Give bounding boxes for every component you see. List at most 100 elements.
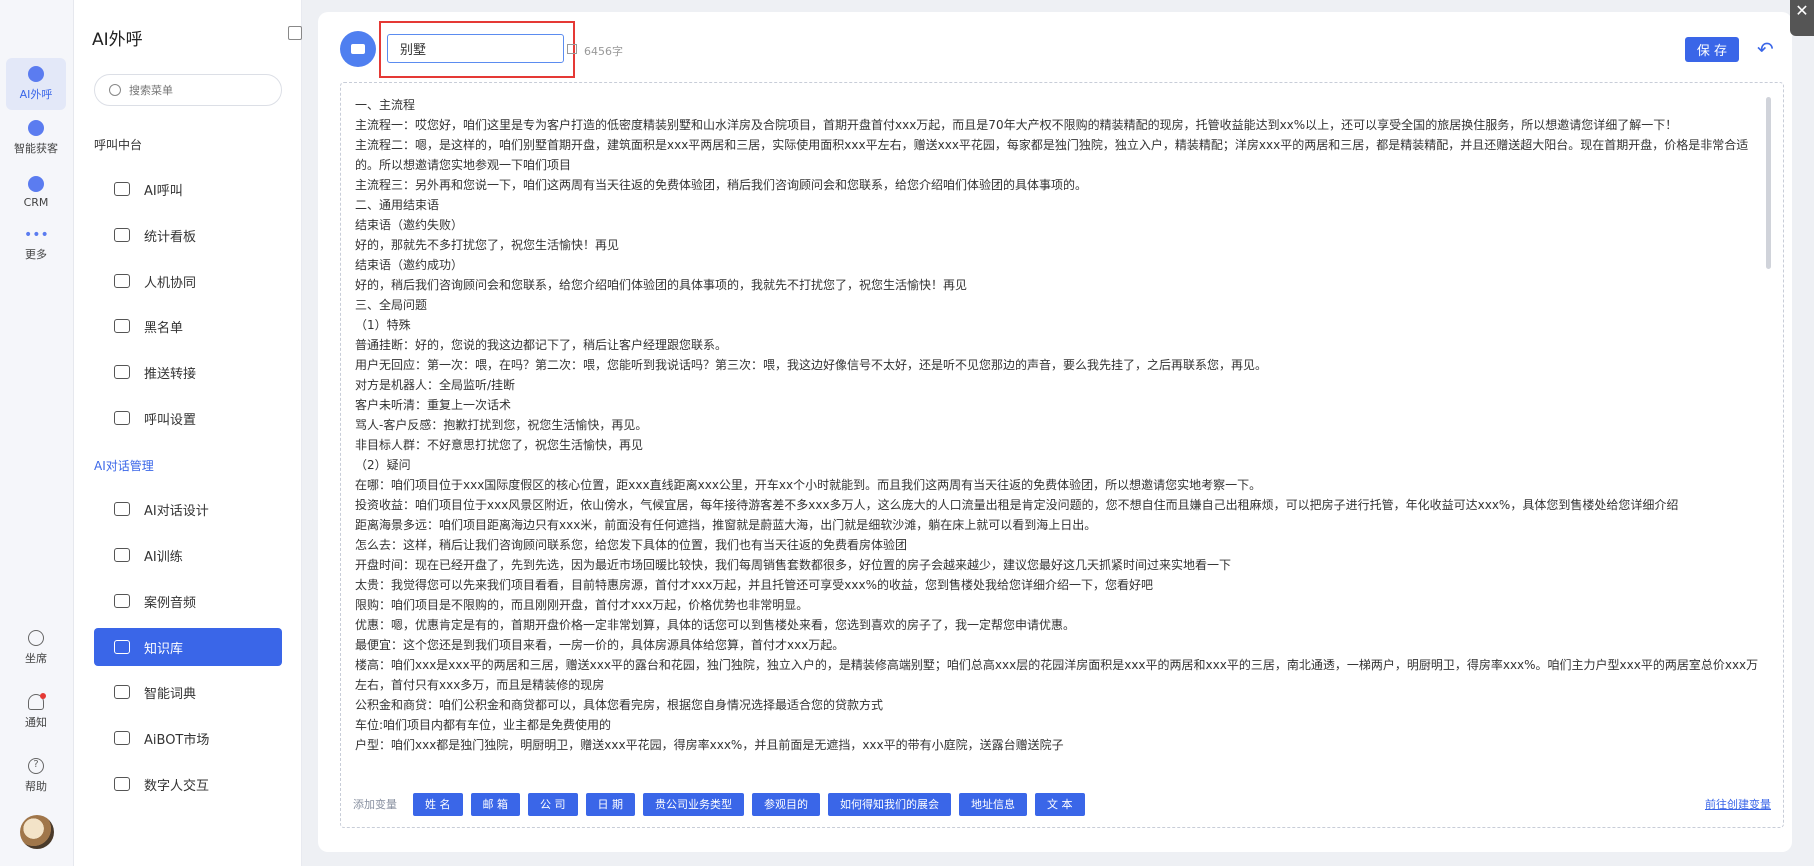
variable-tag[interactable]: 如何得知我们的展会 [828, 792, 951, 816]
menu-item-label: 统计看板 [144, 229, 197, 245]
script-line: 限购：咱们项目是不限购的，而且刚刚开盘，首付才xxx万起，价格优势也非常明显。 [355, 598, 809, 612]
variable-tag[interactable]: 公 司 [528, 792, 578, 816]
menu-item-label: 知识库 [144, 641, 184, 657]
copy-icon [114, 731, 130, 745]
menu-item-dashboard[interactable]: 统计看板 [94, 216, 282, 254]
variable-tag[interactable]: 日 期 [585, 792, 635, 816]
more-dots-icon: ••• [24, 227, 49, 243]
menu-search-input[interactable] [129, 83, 269, 97]
menu-item-label: 人机协同 [144, 275, 197, 291]
menu-item-collab[interactable]: 人机协同 [94, 262, 282, 300]
script-line: 好的，那就先不多打扰您了，祝您生活愉快！再见 [355, 238, 620, 252]
menu-item-knowledge-base[interactable]: 知识库 [94, 628, 282, 666]
phone-icon [114, 182, 130, 196]
rail-item-label: 坐席 [25, 652, 47, 665]
notification-dot [40, 693, 46, 699]
menu-item-call-settings[interactable]: 呼叫设置 [94, 399, 282, 437]
headset-icon [28, 630, 44, 646]
search-icon [109, 84, 121, 96]
script-line: 结束语（邀约成功） [355, 258, 464, 272]
chat-bot-icon [340, 31, 376, 67]
script-line: 三、全局问题 [355, 298, 428, 312]
save-button[interactable]: 保 存 [1685, 37, 1739, 62]
scrollbar-thumb[interactable] [1766, 97, 1771, 269]
rail-item-ai-call[interactable]: AI外呼 [6, 58, 66, 110]
script-line: 楼高：咱们xxx是xxx平的两居和三居，赠送xxx平的露台和花园，独门独院，独立… [355, 658, 1759, 692]
variable-tag[interactable]: 贵公司业务类型 [643, 792, 744, 816]
rail-item-label: 帮助 [25, 780, 47, 793]
rail-item-notify[interactable]: 通知 [6, 686, 66, 738]
variable-bar: 添加变量 姓 名邮 箱公 司日 期贵公司业务类型 参观目的 如何得知我们的展会 地址信… [353, 792, 1093, 816]
avatar[interactable] [20, 815, 54, 849]
menu-item-label: 推送转接 [144, 366, 197, 382]
menu-title: AI外呼 [92, 30, 143, 50]
send-icon [114, 365, 130, 379]
back-arrow-icon[interactable]: ↶ [1757, 39, 1779, 59]
menu-item-blacklist[interactable]: 黑名单 [94, 307, 282, 345]
script-text[interactable]: 一、主流程主流程一：哎您好，咱们这里是专为客户打造的低密度精装别墅和山水洋房及合… [355, 95, 1767, 780]
menu-item-dictionary[interactable]: 智能词典 [94, 673, 282, 711]
menu-item-case-audio[interactable]: 案例音频 [94, 582, 282, 620]
variable-tag[interactable]: 邮 箱 [470, 792, 520, 816]
script-line: 主流程一：哎您好，咱们这里是专为客户打造的低密度精装别墅和山水洋房及合院项目，首… [355, 118, 1678, 132]
variable-tag[interactable]: 姓 名 [413, 792, 463, 816]
variable-tag[interactable]: 文 本 [1035, 792, 1085, 816]
menu-group-dialog: AI对话管理 [94, 459, 154, 473]
menu-search[interactable] [94, 74, 282, 106]
menu-item-label: 智能词典 [144, 686, 197, 702]
variable-tag[interactable]: 参观目的 [752, 792, 820, 816]
create-variable-link[interactable]: 前往创建变量 [1705, 796, 1771, 812]
script-line: 普通挂断：好的，您说的我这边都记下了，稍后让客户经理跟您联系。 [355, 338, 728, 352]
rail-item-crm[interactable]: CRM [6, 166, 66, 218]
voicemail-icon [114, 594, 130, 608]
menu-item-label: AiBOT市场 [144, 732, 210, 748]
collapse-menu-icon[interactable] [288, 26, 302, 40]
variable-tag[interactable]: 地址信息 [959, 792, 1027, 816]
knowledge-name-input[interactable] [387, 34, 564, 63]
script-line: 好的，稍后我们咨询顾问会和您联系，给您介绍咱们体验团的具体事项的，我就先不打扰您… [355, 278, 968, 292]
add-variable-label: 添加变量 [353, 798, 397, 811]
script-line: 结束语（邀约失败） [355, 218, 464, 232]
edit-icon [567, 44, 577, 54]
script-line: 车位:咱们项目内都有车位，业主都是免费使用的 [355, 718, 612, 732]
menu-item-ai-train[interactable]: AI训练 [94, 536, 282, 574]
monitor-icon [114, 640, 130, 654]
script-line: 公积金和商贷：咱们公积金和商贷都可以，具体您看完房，根据您自身情况选择最适合您的… [355, 698, 884, 712]
menu-item-label: 数字人交互 [144, 778, 210, 794]
menu-item-dialog-design[interactable]: AI对话设计 [94, 490, 282, 528]
pie-chart-icon [114, 228, 130, 242]
menu-item-aibot-market[interactable]: AiBOT市场 [94, 719, 282, 757]
script-line: 最便宜：这个您还是到我们项目来看，一房一价的，具体房源具体给您算，首付才xxx万… [355, 638, 845, 652]
menu-group-call-center: 呼叫中台 [94, 138, 143, 152]
rail-item-label: AI外呼 [19, 88, 53, 101]
script-line: 投资收益：咱们项目位于xxx风景区附近，依山傍水，气候宜居，每年接待游客差不多x… [355, 498, 1679, 512]
rail-item-label: 智能获客 [14, 142, 58, 155]
script-editor[interactable]: 一、主流程主流程一：哎您好，咱们这里是专为客户打造的低密度精装别墅和山水洋房及合… [340, 82, 1784, 828]
pen-icon [114, 502, 130, 516]
script-line: 怎么去：这样，稍后让我们咨询顾问联系您，给您发下具体的位置，我们也有当天往返的免… [355, 538, 908, 552]
rail-item-help[interactable]: ? 帮助 [6, 750, 66, 802]
script-line: 主流程二：嗯，是这样的，咱们别墅首期开盘，建筑面积是xxx平两居和三居，实际使用… [355, 138, 1749, 172]
warning-icon [114, 319, 130, 333]
rail-item-label: 更多 [25, 248, 47, 261]
menu-item-digital-human[interactable]: 数字人交互 [94, 765, 282, 803]
rail-item-seat[interactable]: 坐席 [6, 622, 66, 674]
menu-item-ai-call[interactable]: AI呼叫 [94, 170, 282, 208]
menu-item-label: 呼叫设置 [144, 412, 197, 428]
bell-icon [28, 693, 46, 710]
ai-call-icon [28, 66, 44, 82]
menu-item-label: AI训练 [144, 549, 183, 565]
script-line: 距离海景多远：咱们项目距离海边只有xxx米，前面没有任何遮挡，推窗就是蔚蓝大海，… [355, 518, 1097, 532]
menu-item-transfer[interactable]: 推送转接 [94, 353, 282, 391]
script-line: 对方是机器人：全局监听/挂断 [355, 378, 516, 392]
rail-item-more[interactable]: ••• 更多 [6, 220, 66, 272]
script-line: 一、主流程 [355, 98, 416, 112]
script-line: 非目标人群：不好意思打扰您了，祝您生活愉快，再见 [355, 438, 644, 452]
script-line: 用户无回应：第一次：喂，在吗？第二次：喂，您能听到我说话吗？第三次：喂，我这边好… [355, 358, 1268, 372]
app-rail: AI外呼 智能获客 CRM ••• 更多 坐席 通知 ? 帮助 [0, 0, 74, 866]
close-icon[interactable]: ✕ [1790, 0, 1814, 36]
scan-face-icon [114, 274, 130, 288]
rail-item-smart-acquire[interactable]: 智能获客 [6, 112, 66, 164]
menu-item-label: AI呼叫 [144, 183, 183, 199]
script-line: 骂人-客户反感：抱歉打扰到您，祝您生活愉快，再见。 [355, 418, 648, 432]
